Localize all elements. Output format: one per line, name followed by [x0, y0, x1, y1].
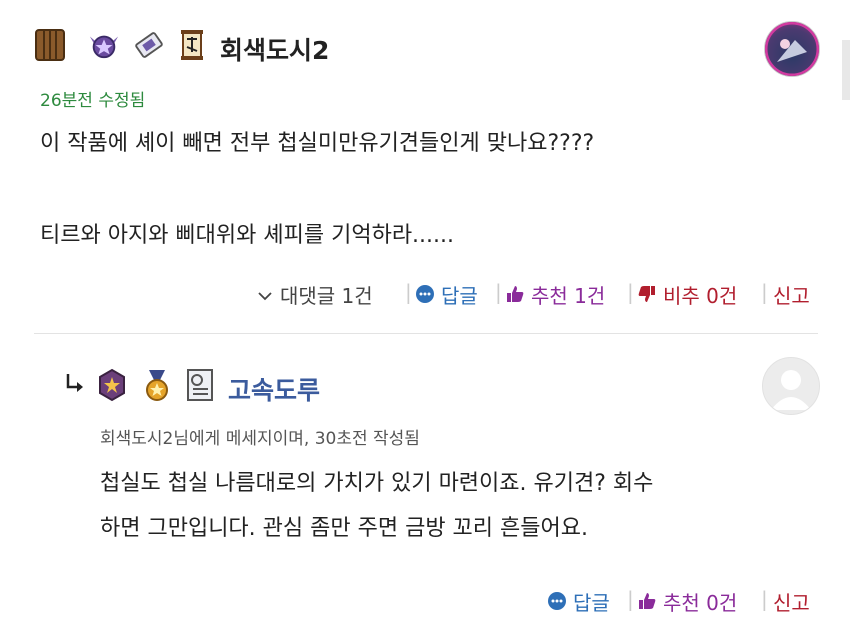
- gold-medal-icon: [141, 368, 173, 402]
- comment-text-line-1: 이 작품에 셰이 빼면 전부 첩실미만유기견들인게 맞나요????: [40, 131, 595, 156]
- reply-text-line-2: 하면 그만입니다. 관심 좀만 주면 금방 꼬리 흔들어요.: [100, 516, 588, 541]
- recommend-label: 추천 0건: [663, 590, 738, 615]
- separator: |: [761, 587, 768, 611]
- replies-toggle[interactable]: 대댓글 1건: [258, 280, 373, 308]
- report-label: 신고: [773, 590, 810, 615]
- separator: |: [495, 280, 502, 304]
- comment-text-line-2: 티르와 아지와 삐대위와 셰피를 기억하라......: [40, 223, 455, 248]
- downvote-button[interactable]: 비추 0건: [637, 280, 737, 308]
- chevron-down-icon: [258, 282, 274, 306]
- separator: |: [627, 280, 634, 304]
- report-button[interactable]: 신고: [773, 587, 810, 615]
- divider: [34, 333, 818, 334]
- recommend-button[interactable]: 추천 0건: [637, 587, 737, 615]
- report-label: 신고: [773, 283, 810, 308]
- reply-author[interactable]: 고속도루: [228, 371, 320, 407]
- thumbs-down-icon: [637, 284, 657, 304]
- chat-bubble-icon: [547, 591, 567, 611]
- reply-label: 답글: [573, 590, 610, 615]
- thumbs-up-icon: [505, 284, 525, 304]
- comment-author[interactable]: 회색도시2: [220, 31, 329, 67]
- downvote-label: 비추 0건: [663, 283, 738, 308]
- certificate-icon: [184, 368, 216, 402]
- purple-star-medal-icon: [96, 368, 128, 402]
- separator: |: [627, 587, 634, 611]
- thumbs-up-icon: [637, 591, 657, 611]
- report-button[interactable]: 신고: [773, 280, 810, 308]
- scrollbar-thumb[interactable]: [842, 40, 850, 100]
- reply-label: 답글: [441, 283, 478, 308]
- recommend-label: 추천 1건: [531, 283, 606, 308]
- reply-arrow-icon: [64, 372, 86, 398]
- comment-meta: 26분전 수정됨: [40, 91, 146, 111]
- reply-meta: 회색도시2님에게 메세지이며, 30초전 작성됨: [100, 429, 420, 449]
- avatar[interactable]: [762, 357, 820, 415]
- winged-star-badge-icon: [88, 28, 120, 62]
- wooden-door-icon: [34, 28, 66, 62]
- avatar[interactable]: [764, 21, 820, 77]
- recommend-button[interactable]: 추천 1건: [505, 280, 605, 308]
- chat-bubble-icon: [415, 284, 435, 304]
- replies-count: 대댓글 1건: [280, 283, 373, 308]
- reply-button[interactable]: 답글: [547, 587, 610, 615]
- reply-button[interactable]: 답글: [415, 280, 478, 308]
- scroll-banner-icon: [176, 28, 208, 62]
- separator: |: [761, 280, 768, 304]
- reply-text-line-1: 첩실도 첩실 나름대로의 가치가 있기 마련이죠. 유기견? 회수: [100, 471, 654, 496]
- separator: |: [405, 280, 412, 304]
- book-scroll-icon: [133, 28, 165, 62]
